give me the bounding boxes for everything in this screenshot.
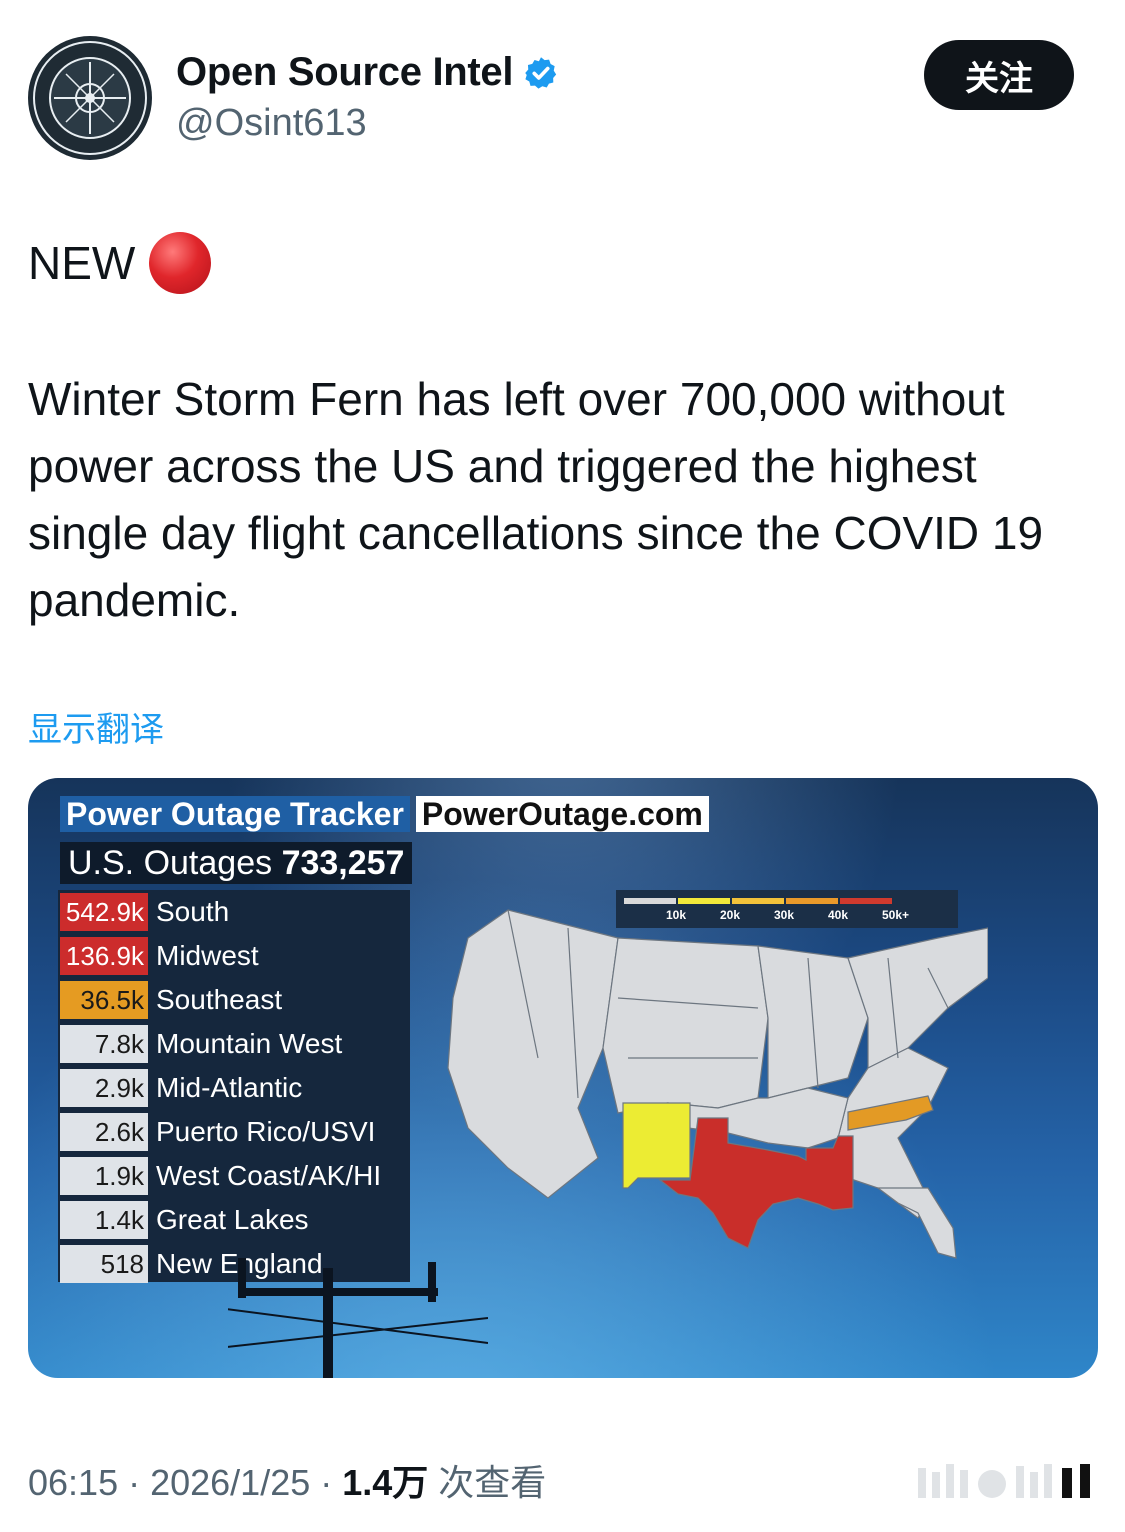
tweet-meta: 06:15 · 2026/1/25 · 1.4万 次查看 <box>28 1454 546 1506</box>
region-label: West Coast/AK/HI <box>156 1160 382 1191</box>
utility-pole-silhouette <box>228 1258 488 1378</box>
region-row: 2.6k Puerto Rico/USVI <box>60 1112 375 1152</box>
avatar[interactable] <box>28 36 152 160</box>
region-label: South <box>156 896 230 927</box>
author-name-row[interactable]: Open Source Intel <box>176 50 559 95</box>
region-value: 1.9k <box>60 1157 148 1195</box>
region-value: 1.4k <box>60 1201 148 1239</box>
show-translation-link[interactable]: 显示翻译 <box>28 702 164 751</box>
west-region-shape <box>447 909 619 1199</box>
region-value: 7.8k <box>60 1025 148 1063</box>
watermark-bars-icon <box>918 1464 1090 1498</box>
tweet-body: Winter Storm Fern has left over 700,000 … <box>28 373 1044 626</box>
region-value: 2.9k <box>60 1069 148 1107</box>
region-row: 1.9k West Coast/AK/HI <box>60 1156 381 1196</box>
region-label: Midwest <box>156 940 259 971</box>
region-value: 2.6k <box>60 1113 148 1151</box>
view-count-suffix: 次查看 <box>438 1463 547 1504</box>
region-label: Mountain West <box>156 1028 343 1059</box>
tweet-lead-text: NEW <box>28 237 136 289</box>
region-value: 36.5k <box>60 981 148 1019</box>
tracker-site: PowerOutage.com <box>415 796 709 832</box>
region-label: Southeast <box>156 984 283 1015</box>
red-circle-icon <box>149 232 212 294</box>
region-label: Puerto Rico/USVI <box>156 1116 376 1147</box>
region-list: 542.9k South 136.9k Midwest 36.5k Southeast 7.… <box>58 890 410 1283</box>
northeast-region-shape <box>847 927 988 1069</box>
region-row: 542.9k South <box>60 892 229 932</box>
total-outages-label: U.S. Outages <box>68 844 273 882</box>
region-row: 2.9k Mid-Atlantic <box>60 1068 302 1108</box>
region-value: 518 <box>60 1245 148 1283</box>
tweet-time[interactable]: 06:15 <box>28 1462 118 1504</box>
total-outages: U.S. Outages 733,257 <box>60 842 413 884</box>
florida-shape <box>876 1187 957 1259</box>
tracker-title: Power Outage Tracker <box>60 796 410 832</box>
tweet-lead: NEW <box>28 232 212 294</box>
verified-badge-icon <box>525 56 557 89</box>
region-value: 542.9k <box>60 893 148 931</box>
plains-region-shape <box>602 937 769 1114</box>
tweet-media-image[interactable]: Power Outage Tracker PowerOutage.com U.S… <box>28 778 1098 1378</box>
region-row: 7.8k Mountain West <box>60 1024 342 1064</box>
meta-separator: · <box>320 1462 333 1503</box>
region-label: Great Lakes <box>156 1204 309 1235</box>
tweet-date[interactable]: 2026/1/25 <box>150 1462 310 1504</box>
region-label: Mid-Atlantic <box>156 1072 303 1103</box>
region-value: 136.9k <box>60 937 148 975</box>
region-row: 1.4k Great Lakes <box>60 1200 309 1240</box>
author-name[interactable]: Open Source Intel <box>176 50 513 95</box>
new-mexico-shape <box>622 1102 691 1189</box>
us-outage-map <box>447 909 988 1259</box>
view-count: 1.4万 <box>342 1462 429 1503</box>
author-handle[interactable]: @Osint613 <box>176 102 367 145</box>
osint-logo-icon <box>29 37 151 159</box>
total-outages-value: 733,257 <box>281 844 405 882</box>
follow-button[interactable]: 关注 <box>924 40 1074 110</box>
tracker-title-bar: Power Outage Tracker PowerOutage.com <box>60 796 709 832</box>
region-row: 36.5k Southeast <box>60 980 282 1020</box>
meta-separator: · <box>128 1462 141 1503</box>
region-row: 136.9k Midwest <box>60 936 259 976</box>
